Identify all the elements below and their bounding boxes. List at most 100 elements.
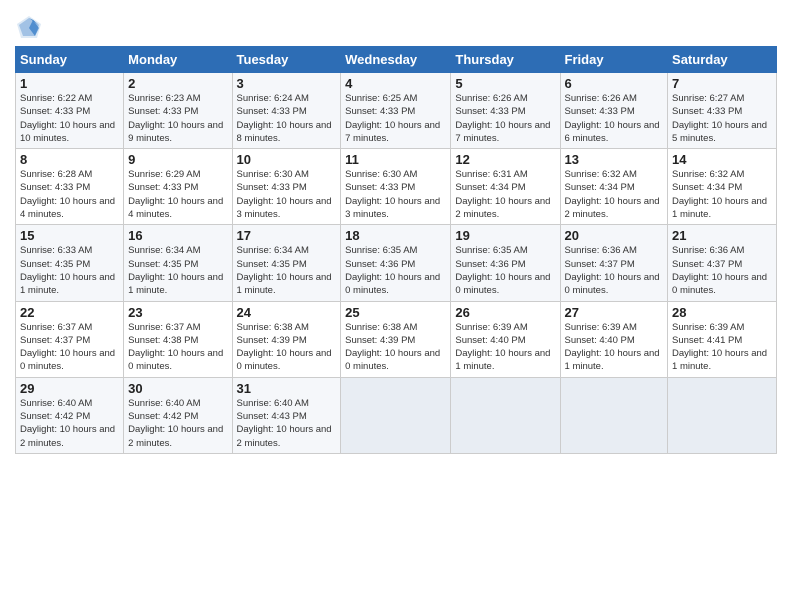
day-info: Sunrise: 6:39 AMSunset: 4:40 PMDaylight:… bbox=[455, 321, 555, 374]
calendar-cell: 8Sunrise: 6:28 AMSunset: 4:33 PMDaylight… bbox=[16, 149, 124, 225]
calendar-cell: 18Sunrise: 6:35 AMSunset: 4:36 PMDayligh… bbox=[341, 225, 451, 301]
day-number: 17 bbox=[237, 228, 337, 243]
calendar-cell bbox=[668, 377, 777, 453]
day-number: 23 bbox=[128, 305, 227, 320]
calendar-cell: 11Sunrise: 6:30 AMSunset: 4:33 PMDayligh… bbox=[341, 149, 451, 225]
calendar-cell: 4Sunrise: 6:25 AMSunset: 4:33 PMDaylight… bbox=[341, 73, 451, 149]
day-number: 1 bbox=[20, 76, 119, 91]
day-info: Sunrise: 6:39 AMSunset: 4:40 PMDaylight:… bbox=[565, 321, 664, 374]
day-number: 9 bbox=[128, 152, 227, 167]
day-info: Sunrise: 6:30 AMSunset: 4:33 PMDaylight:… bbox=[345, 168, 446, 221]
header bbox=[15, 10, 777, 42]
calendar-cell: 20Sunrise: 6:36 AMSunset: 4:37 PMDayligh… bbox=[560, 225, 668, 301]
day-number: 27 bbox=[565, 305, 664, 320]
day-info: Sunrise: 6:26 AMSunset: 4:33 PMDaylight:… bbox=[565, 92, 664, 145]
day-number: 11 bbox=[345, 152, 446, 167]
day-info: Sunrise: 6:40 AMSunset: 4:42 PMDaylight:… bbox=[20, 397, 119, 450]
calendar-cell: 17Sunrise: 6:34 AMSunset: 4:35 PMDayligh… bbox=[232, 225, 341, 301]
day-number: 30 bbox=[128, 381, 227, 396]
day-info: Sunrise: 6:29 AMSunset: 4:33 PMDaylight:… bbox=[128, 168, 227, 221]
calendar-cell: 29Sunrise: 6:40 AMSunset: 4:42 PMDayligh… bbox=[16, 377, 124, 453]
calendar-cell: 5Sunrise: 6:26 AMSunset: 4:33 PMDaylight… bbox=[451, 73, 560, 149]
calendar-cell: 27Sunrise: 6:39 AMSunset: 4:40 PMDayligh… bbox=[560, 301, 668, 377]
day-number: 19 bbox=[455, 228, 555, 243]
day-info: Sunrise: 6:22 AMSunset: 4:33 PMDaylight:… bbox=[20, 92, 119, 145]
day-info: Sunrise: 6:38 AMSunset: 4:39 PMDaylight:… bbox=[345, 321, 446, 374]
day-number: 2 bbox=[128, 76, 227, 91]
day-info: Sunrise: 6:35 AMSunset: 4:36 PMDaylight:… bbox=[455, 244, 555, 297]
calendar-table: SundayMondayTuesdayWednesdayThursdayFrid… bbox=[15, 46, 777, 454]
day-number: 5 bbox=[455, 76, 555, 91]
calendar-cell: 26Sunrise: 6:39 AMSunset: 4:40 PMDayligh… bbox=[451, 301, 560, 377]
weekday-header-thursday: Thursday bbox=[451, 47, 560, 73]
day-number: 26 bbox=[455, 305, 555, 320]
day-number: 28 bbox=[672, 305, 772, 320]
day-info: Sunrise: 6:39 AMSunset: 4:41 PMDaylight:… bbox=[672, 321, 772, 374]
calendar-cell: 13Sunrise: 6:32 AMSunset: 4:34 PMDayligh… bbox=[560, 149, 668, 225]
day-number: 6 bbox=[565, 76, 664, 91]
calendar-week-3: 15Sunrise: 6:33 AMSunset: 4:35 PMDayligh… bbox=[16, 225, 777, 301]
day-info: Sunrise: 6:40 AMSunset: 4:43 PMDaylight:… bbox=[237, 397, 337, 450]
day-number: 21 bbox=[672, 228, 772, 243]
weekday-header-row: SundayMondayTuesdayWednesdayThursdayFrid… bbox=[16, 47, 777, 73]
calendar-cell: 1Sunrise: 6:22 AMSunset: 4:33 PMDaylight… bbox=[16, 73, 124, 149]
day-info: Sunrise: 6:28 AMSunset: 4:33 PMDaylight:… bbox=[20, 168, 119, 221]
day-number: 25 bbox=[345, 305, 446, 320]
calendar-cell bbox=[341, 377, 451, 453]
calendar-cell: 12Sunrise: 6:31 AMSunset: 4:34 PMDayligh… bbox=[451, 149, 560, 225]
calendar-cell: 31Sunrise: 6:40 AMSunset: 4:43 PMDayligh… bbox=[232, 377, 341, 453]
calendar-cell: 6Sunrise: 6:26 AMSunset: 4:33 PMDaylight… bbox=[560, 73, 668, 149]
calendar-cell bbox=[451, 377, 560, 453]
calendar-cell: 21Sunrise: 6:36 AMSunset: 4:37 PMDayligh… bbox=[668, 225, 777, 301]
calendar-week-1: 1Sunrise: 6:22 AMSunset: 4:33 PMDaylight… bbox=[16, 73, 777, 149]
calendar-cell: 30Sunrise: 6:40 AMSunset: 4:42 PMDayligh… bbox=[124, 377, 232, 453]
day-number: 4 bbox=[345, 76, 446, 91]
day-info: Sunrise: 6:33 AMSunset: 4:35 PMDaylight:… bbox=[20, 244, 119, 297]
calendar-header: SundayMondayTuesdayWednesdayThursdayFrid… bbox=[16, 47, 777, 73]
calendar-week-5: 29Sunrise: 6:40 AMSunset: 4:42 PMDayligh… bbox=[16, 377, 777, 453]
calendar-cell: 7Sunrise: 6:27 AMSunset: 4:33 PMDaylight… bbox=[668, 73, 777, 149]
day-number: 12 bbox=[455, 152, 555, 167]
calendar-cell: 15Sunrise: 6:33 AMSunset: 4:35 PMDayligh… bbox=[16, 225, 124, 301]
calendar-cell: 24Sunrise: 6:38 AMSunset: 4:39 PMDayligh… bbox=[232, 301, 341, 377]
day-info: Sunrise: 6:34 AMSunset: 4:35 PMDaylight:… bbox=[237, 244, 337, 297]
day-info: Sunrise: 6:27 AMSunset: 4:33 PMDaylight:… bbox=[672, 92, 772, 145]
calendar-cell: 10Sunrise: 6:30 AMSunset: 4:33 PMDayligh… bbox=[232, 149, 341, 225]
day-info: Sunrise: 6:26 AMSunset: 4:33 PMDaylight:… bbox=[455, 92, 555, 145]
day-info: Sunrise: 6:36 AMSunset: 4:37 PMDaylight:… bbox=[565, 244, 664, 297]
day-number: 7 bbox=[672, 76, 772, 91]
calendar-cell: 28Sunrise: 6:39 AMSunset: 4:41 PMDayligh… bbox=[668, 301, 777, 377]
day-number: 15 bbox=[20, 228, 119, 243]
calendar-cell: 25Sunrise: 6:38 AMSunset: 4:39 PMDayligh… bbox=[341, 301, 451, 377]
calendar-week-2: 8Sunrise: 6:28 AMSunset: 4:33 PMDaylight… bbox=[16, 149, 777, 225]
day-info: Sunrise: 6:35 AMSunset: 4:36 PMDaylight:… bbox=[345, 244, 446, 297]
day-number: 8 bbox=[20, 152, 119, 167]
weekday-header-tuesday: Tuesday bbox=[232, 47, 341, 73]
calendar-cell: 9Sunrise: 6:29 AMSunset: 4:33 PMDaylight… bbox=[124, 149, 232, 225]
calendar-cell: 2Sunrise: 6:23 AMSunset: 4:33 PMDaylight… bbox=[124, 73, 232, 149]
day-number: 16 bbox=[128, 228, 227, 243]
day-info: Sunrise: 6:31 AMSunset: 4:34 PMDaylight:… bbox=[455, 168, 555, 221]
day-info: Sunrise: 6:32 AMSunset: 4:34 PMDaylight:… bbox=[565, 168, 664, 221]
day-info: Sunrise: 6:40 AMSunset: 4:42 PMDaylight:… bbox=[128, 397, 227, 450]
calendar-cell: 22Sunrise: 6:37 AMSunset: 4:37 PMDayligh… bbox=[16, 301, 124, 377]
day-number: 20 bbox=[565, 228, 664, 243]
weekday-header-friday: Friday bbox=[560, 47, 668, 73]
day-number: 22 bbox=[20, 305, 119, 320]
day-number: 10 bbox=[237, 152, 337, 167]
weekday-header-sunday: Sunday bbox=[16, 47, 124, 73]
calendar-cell: 23Sunrise: 6:37 AMSunset: 4:38 PMDayligh… bbox=[124, 301, 232, 377]
day-info: Sunrise: 6:23 AMSunset: 4:33 PMDaylight:… bbox=[128, 92, 227, 145]
day-info: Sunrise: 6:32 AMSunset: 4:34 PMDaylight:… bbox=[672, 168, 772, 221]
day-info: Sunrise: 6:37 AMSunset: 4:37 PMDaylight:… bbox=[20, 321, 119, 374]
day-info: Sunrise: 6:36 AMSunset: 4:37 PMDaylight:… bbox=[672, 244, 772, 297]
calendar-cell bbox=[560, 377, 668, 453]
day-info: Sunrise: 6:38 AMSunset: 4:39 PMDaylight:… bbox=[237, 321, 337, 374]
weekday-header-wednesday: Wednesday bbox=[341, 47, 451, 73]
calendar-cell: 14Sunrise: 6:32 AMSunset: 4:34 PMDayligh… bbox=[668, 149, 777, 225]
day-info: Sunrise: 6:25 AMSunset: 4:33 PMDaylight:… bbox=[345, 92, 446, 145]
calendar-cell: 19Sunrise: 6:35 AMSunset: 4:36 PMDayligh… bbox=[451, 225, 560, 301]
day-info: Sunrise: 6:37 AMSunset: 4:38 PMDaylight:… bbox=[128, 321, 227, 374]
day-info: Sunrise: 6:34 AMSunset: 4:35 PMDaylight:… bbox=[128, 244, 227, 297]
page-container: SundayMondayTuesdayWednesdayThursdayFrid… bbox=[0, 0, 792, 459]
